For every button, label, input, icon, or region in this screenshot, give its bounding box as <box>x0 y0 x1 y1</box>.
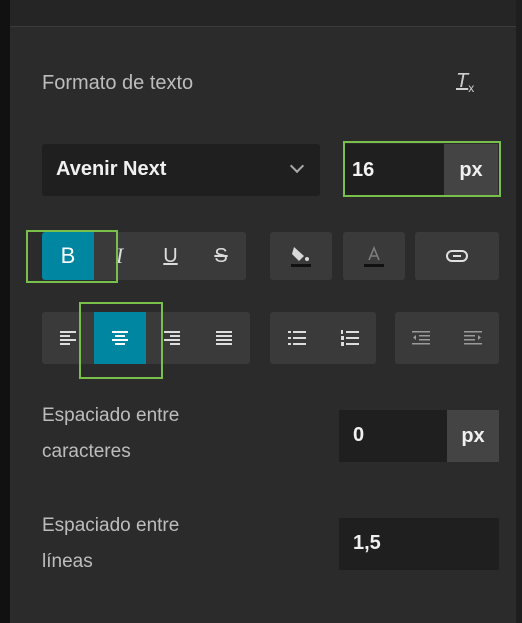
list-group <box>270 312 376 364</box>
window-right-border <box>516 0 522 623</box>
section-title: Formato de texto <box>42 72 194 94</box>
font-size-input[interactable] <box>344 144 444 196</box>
align-center-icon <box>112 331 128 345</box>
bold-button[interactable]: B <box>42 232 94 280</box>
justify-icon <box>216 331 232 345</box>
italic-button[interactable]: I <box>94 232 145 280</box>
underline-icon: U <box>163 244 178 267</box>
strikethrough-icon: S <box>214 244 228 267</box>
letter-spacing-input[interactable]: 0 <box>339 410 447 462</box>
letter-spacing-label-line1: Espaciado entre <box>42 405 180 426</box>
outdent-button[interactable] <box>395 312 447 364</box>
indent-group <box>395 312 499 364</box>
font-family-select[interactable]: Avenir Next <box>42 144 320 196</box>
line-spacing-label: Espaciado entre líneas <box>42 508 179 580</box>
align-left-button[interactable] <box>42 312 94 364</box>
panel-top-strip <box>0 0 522 27</box>
letter-spacing-label: Espaciado entre caracteres <box>42 398 179 470</box>
indent-icon <box>464 331 482 345</box>
outdent-icon <box>412 331 430 345</box>
bullet-list-icon <box>287 331 306 345</box>
background-color-button[interactable] <box>270 232 332 280</box>
align-center-button[interactable] <box>94 312 146 364</box>
link-icon <box>446 250 468 262</box>
chevron-down-icon <box>289 158 305 174</box>
line-spacing-value: 1,5 <box>353 532 381 554</box>
paint-bucket-icon <box>291 247 311 267</box>
letter-spacing-unit: px <box>447 410 499 462</box>
alignment-group <box>42 312 250 364</box>
bullet-list-button[interactable] <box>270 312 323 364</box>
italic-icon: I <box>115 243 124 268</box>
line-spacing-label-line2: líneas <box>42 551 93 572</box>
font-family-value: Avenir Next <box>56 158 167 180</box>
link-button[interactable] <box>415 232 499 280</box>
numbered-list-button[interactable] <box>323 312 376 364</box>
letter-spacing-label-line2: caracteres <box>42 441 131 462</box>
line-spacing-label-line1: Espaciado entre <box>42 515 180 536</box>
line-spacing-input[interactable]: 1,5 <box>339 518 499 570</box>
text-style-group: B I U S <box>42 232 246 280</box>
font-color-icon <box>364 245 384 267</box>
window-left-border <box>0 0 10 623</box>
align-left-icon <box>60 331 76 345</box>
font-color-button[interactable] <box>343 232 405 280</box>
indent-button[interactable] <box>447 312 499 364</box>
align-right-icon <box>164 331 180 345</box>
justify-button[interactable] <box>198 312 250 364</box>
clear-format-icon[interactable]: Tx <box>456 70 488 100</box>
letter-spacing-value: 0 <box>353 424 365 446</box>
numbered-list-icon <box>340 330 359 346</box>
bold-icon: B <box>60 243 76 268</box>
strikethrough-button[interactable]: S <box>196 232 246 280</box>
font-size-unit: px <box>444 144 498 196</box>
align-right-button[interactable] <box>146 312 198 364</box>
underline-button[interactable]: U <box>145 232 196 280</box>
